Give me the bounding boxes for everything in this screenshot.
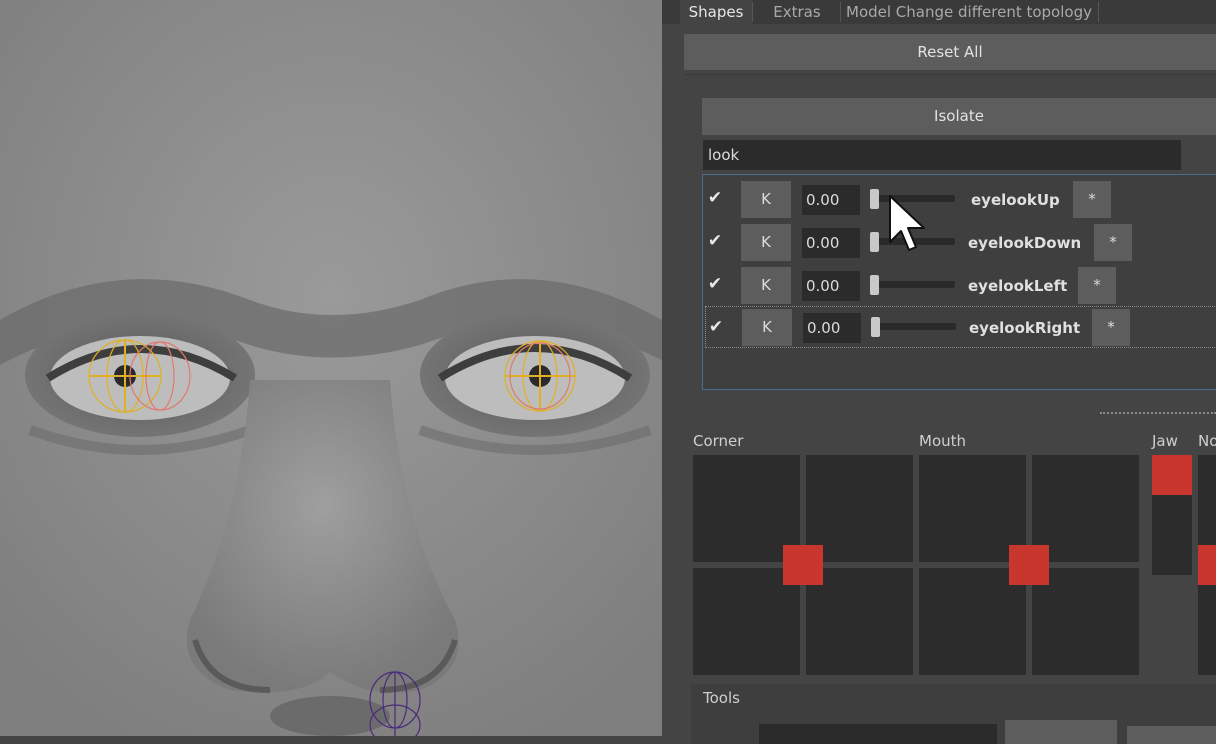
extra-pad-label: No [1198,432,1216,450]
tab-bar: Shapes Extras Model Change different top… [662,0,1216,24]
reset-all-button[interactable]: Reset All [684,34,1216,70]
mouth-pad[interactable] [919,455,1139,675]
mouse-cursor-icon [889,195,925,251]
tab-shapes[interactable]: Shapes [680,0,752,24]
list-item: ✔ K 0.00 eyelookUp * [703,177,1216,220]
tools-button[interactable] [1005,720,1117,744]
value-field[interactable]: 0.00 [803,313,861,343]
checkbox[interactable]: ✔ [706,232,724,250]
list-item: ✔ K 0.00 eyelookLeft * [703,263,1216,306]
mouth-label: Mouth [919,432,967,450]
mouth-pad-handle[interactable] [1009,545,1049,585]
extra-pad[interactable] [1198,455,1216,675]
isolate-button[interactable]: Isolate [702,98,1216,135]
value-field[interactable]: 0.00 [802,271,860,301]
extra-pad-handle[interactable] [1198,545,1216,585]
checkbox[interactable]: ✔ [706,275,724,293]
slider-handle[interactable] [871,317,880,337]
corner-pad-handle[interactable] [783,545,823,585]
tab-extras[interactable]: Extras [754,0,840,24]
right-eye-rig [504,340,576,412]
slider-handle[interactable] [870,275,879,295]
corner-label: Corner [693,432,744,450]
tools-field[interactable] [759,724,997,744]
slider-track[interactable] [872,323,956,330]
tools-label: Tools [703,689,740,707]
checkbox[interactable]: ✔ [706,189,724,207]
shape-name: eyelookUp [971,191,1060,209]
list-item: ✔ K 0.00 eyelookRight * [705,306,1216,348]
slider-handle[interactable] [870,232,879,252]
slider-track[interactable] [871,281,955,288]
star-button[interactable]: * [1078,267,1116,304]
key-button[interactable]: K [741,267,791,304]
star-button[interactable]: * [1092,309,1130,346]
list-item: ✔ K 0.00 eyelookDown * [703,220,1216,263]
tab-model-change[interactable]: Model Change different topology [842,0,1096,24]
tools-section: Tools [691,684,1216,744]
corner-pad[interactable] [693,455,913,675]
tools-dropdown[interactable] [1127,726,1216,744]
jaw-slider[interactable] [1152,455,1192,575]
tab-divider [840,2,841,22]
shape-list: ✔ K 0.00 eyelookUp * ✔ K 0.00 eyelookDow… [702,174,1216,390]
key-button[interactable]: K [742,309,792,346]
shapes-panel: Shapes Extras Model Change different top… [662,0,1216,744]
star-button[interactable]: * [1094,224,1132,261]
search-input[interactable]: look [703,140,1181,170]
shape-name: eyelookRight [969,319,1081,337]
key-button[interactable]: K [741,181,791,218]
jaw-label: Jaw [1152,432,1178,450]
viewport-3d[interactable] [0,0,662,736]
splitter-handle[interactable] [1100,412,1216,414]
shape-name: eyelookLeft [968,277,1068,295]
checkbox[interactable]: ✔ [707,318,725,336]
tab-divider [752,2,753,22]
tab-divider [1098,2,1099,22]
slider-handle[interactable] [870,189,879,209]
shape-name: eyelookDown [968,234,1082,252]
face-render [0,0,662,736]
value-field[interactable]: 0.00 [802,228,860,258]
jaw-slider-handle[interactable] [1152,455,1192,495]
value-field[interactable]: 0.00 [802,185,860,215]
divider [684,74,1216,75]
key-button[interactable]: K [741,224,791,261]
star-button[interactable]: * [1073,181,1111,218]
